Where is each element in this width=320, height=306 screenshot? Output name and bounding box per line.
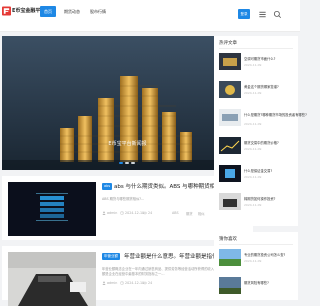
sidebar-thumbnail[interactable] [219,277,241,294]
article-thumbnail[interactable] [8,182,96,236]
sidebar-hot-time: 2024-11-09 [244,175,262,179]
sidebar-hot-title: 热评文章 [219,41,237,46]
sidebar-recent-link[interactable]: 专业的期货投资公司怎么查? [244,252,285,257]
search-icon[interactable] [273,10,282,19]
nav-futures-news[interactable]: 期货动态 [60,6,84,17]
article-excerpt-line2: 额是企业在经营中最基本的财务指标之一... [102,272,165,276]
article-author[interactable]: admin [107,281,117,285]
article-category-tag[interactable]: 年营业额 [102,253,120,260]
sidebar-thumbnail[interactable] [219,109,241,126]
clock-icon [120,211,124,215]
sidebar-thumbnail[interactable] [219,137,241,154]
nav-stock-market[interactable]: 股市行情 [86,6,110,17]
article-category-tag[interactable]: abs [102,183,113,190]
divider [219,244,293,245]
article-title[interactable]: 年营业额是什么意思。年营业额是指什么? [124,252,226,260]
sidebar-thumbnail[interactable] [219,193,241,210]
sidebar-recent-link[interactable]: 期货风险有哪些? [244,280,269,285]
slide-dot-1[interactable] [119,162,123,164]
clock-icon [120,281,124,285]
divider [219,48,293,49]
login-button[interactable]: 登录 [238,9,250,19]
user-icon [102,281,106,285]
sidebar-thumbnail[interactable] [219,165,241,182]
sidebar-recent: 猜你喜欢 专业的期货投资公司怎么查? 2024-11-09 期货风险有哪些? [214,232,298,300]
sidebar-hot-time: 2024-11-09 [244,203,262,207]
site-header: E币宝金融平台 首页 期货动态 股市行情 登录 [0,0,300,32]
article-date: 2024-12-10 [125,211,145,215]
article-excerpt: ABS 期货与哪些期货相似?... [102,197,145,201]
logo-icon[interactable] [2,6,11,16]
sidebar-hot-link[interactable]: 什么是保证金交易? [244,168,272,173]
nav-home[interactable]: 首页 [40,6,56,17]
eye-icon [143,281,147,285]
article-thumbnail[interactable] [8,252,96,306]
sidebar-hot-time: 2024-11-09 [244,91,262,95]
slide-dot-2[interactable] [125,162,129,164]
sidebar-hot-time: 2024-11-09 [244,63,262,67]
article-date: 2024-12-10 [125,281,145,285]
article-author[interactable]: admin [107,211,117,215]
slide-dot-3[interactable] [131,162,135,164]
article-tag[interactable]: 期货 [186,211,193,216]
eye-icon [143,211,147,215]
sidebar-hot-time: 2024-11-09 [244,147,262,151]
sidebar-hot-link[interactable]: 什么是期货?哪种期货市场的投资者有哪些? [244,112,307,117]
article-views: 24 [148,211,153,215]
sidebar-hot-time: 2024-11-09 [244,122,262,126]
article-tag[interactable]: ABS [172,211,179,215]
sidebar-hot-link[interactable]: 期货交易中的期货价格? [244,140,279,145]
sidebar-hot-articles: 热评文章 空调可期货市面什么? 2024-11-09 黄金这个期货哪家靠谱? 2… [214,36,307,226]
sidebar-recent-time: 2024-11-09 [244,259,262,263]
sidebar-thumbnail[interactable] [219,249,241,266]
user-icon [102,211,106,215]
article-title[interactable]: abs 与什么期货类似。ABS 与哪种期货相似? [114,182,224,190]
sidebar-thumbnail[interactable] [219,81,241,98]
sidebar-thumbnail[interactable] [219,53,241,70]
sidebar-hot-link[interactable]: 黄金这个期货哪家靠谱? [244,84,279,89]
article-tag[interactable]: 相似 [198,211,205,216]
menu-icon[interactable] [258,10,267,19]
sidebar-hot-link[interactable]: 空调可期货市面什么? [244,56,275,61]
sidebar-recent-title: 猜你喜欢 [219,237,237,242]
sidebar-hot-link[interactable]: 棉期货如何操作投资? [244,196,275,201]
article-views: 24 [148,281,153,285]
